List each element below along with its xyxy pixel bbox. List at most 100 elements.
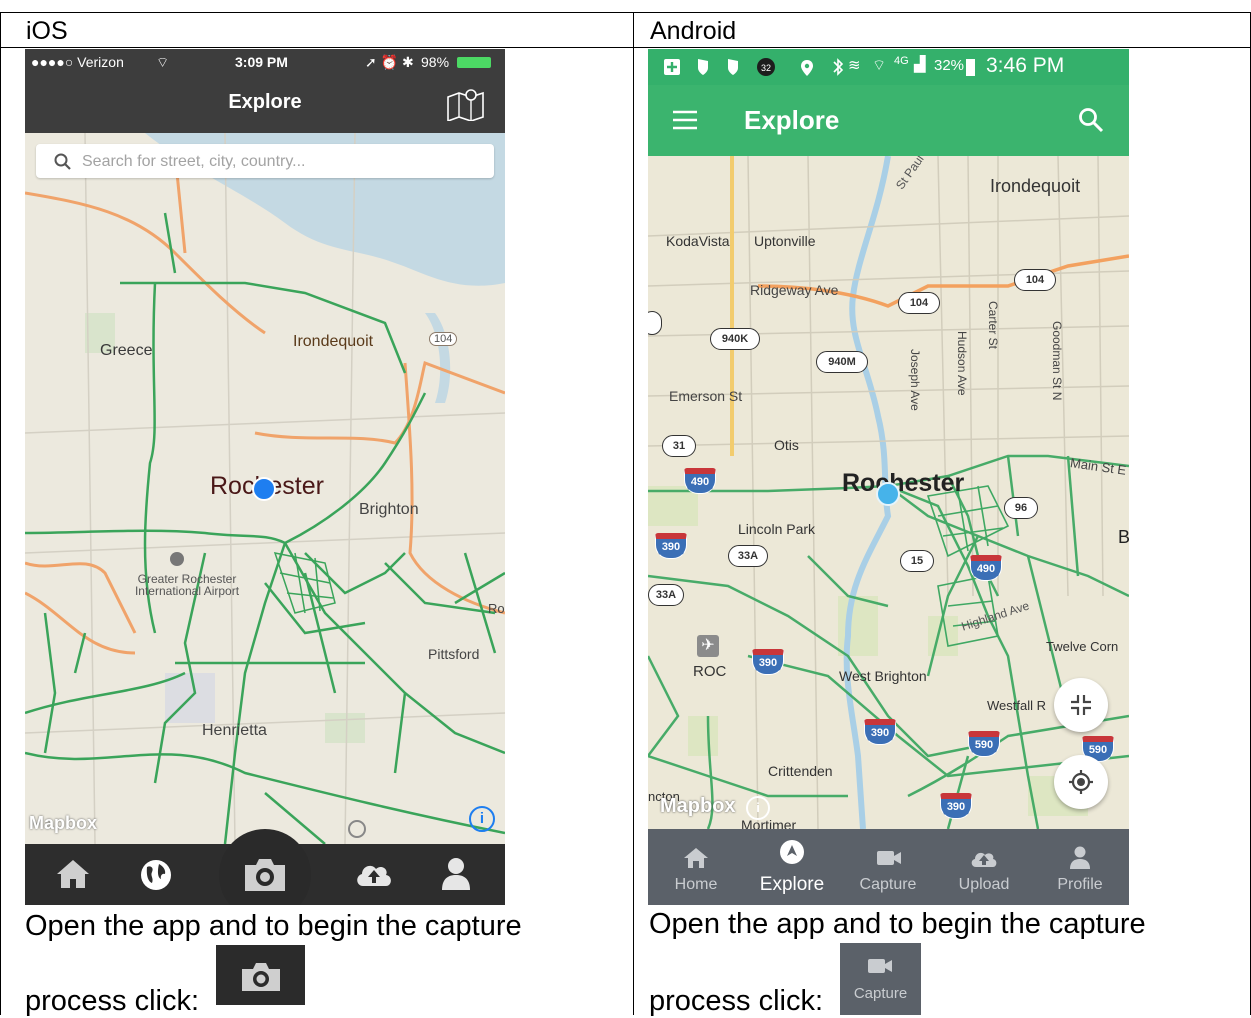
my-location-icon [1069, 770, 1093, 794]
info-icon[interactable]: i [469, 806, 495, 832]
ios-screenshot: Greece Irondequoit 104 Rochester Brighto… [25, 49, 505, 905]
interstate-shield: 590 [968, 731, 1000, 757]
nav-explore-label: Explore [759, 874, 825, 895]
map-label-hudson: Hudson Ave [955, 331, 969, 396]
ios-search-bar[interactable] [36, 144, 494, 180]
mapbox-attribution: Mapbox [660, 795, 736, 817]
route-shield: 15 [900, 550, 934, 572]
upload-icon[interactable] [353, 858, 395, 890]
status-notification-icons: 32 [664, 58, 844, 76]
route-shield: 33A [728, 545, 768, 567]
status-battery: 98% [421, 54, 450, 70]
search-icon [54, 153, 71, 170]
android-caption-line2: process click: [649, 985, 824, 1017]
map-label-rochester: Rochester [842, 469, 965, 497]
route-shield: 940M [816, 351, 868, 373]
nav-explore[interactable]: Explore [744, 829, 840, 905]
profile-icon[interactable] [439, 856, 473, 892]
svg-text:32: 32 [761, 63, 771, 73]
menu-icon[interactable] [672, 110, 698, 130]
home-icon [684, 848, 708, 868]
route-shield: 96 [1004, 497, 1038, 519]
ios-status-bar: ●●●●○ Verizon ⌔ 3:09 PM ➚ ⏰ ✱ 98% [25, 49, 505, 75]
map-label-joseph: Joseph Ave [908, 349, 922, 411]
nav-home-label: Home [674, 876, 718, 893]
ios-caption-line1: Open the app and to begin the capture [25, 910, 522, 942]
route-shield: 940K [710, 328, 760, 350]
map-label-otis: Otis [774, 437, 799, 453]
map-label-brighton: Brighton [359, 501, 419, 518]
map-label-lincoln: Lincoln Park [738, 521, 816, 537]
search-input[interactable] [80, 144, 484, 180]
map-label-kodavista: KodaVista [666, 233, 730, 249]
map-toggle-icon[interactable] [445, 87, 487, 121]
home-icon[interactable] [55, 858, 91, 890]
profile-icon [1070, 846, 1090, 869]
my-location-button[interactable] [1054, 755, 1108, 809]
map-label-emerson: Emerson St [669, 388, 743, 404]
map-shield-104: 104 [429, 332, 458, 346]
status-network: 4G [894, 55, 909, 67]
ios-header-cell: iOS [0, 12, 634, 48]
map-label-roc: Ro [488, 601, 505, 616]
map-label-crittenden: Crittenden [768, 763, 833, 779]
upload-icon [971, 852, 997, 867]
interstate-shield: 390 [655, 533, 687, 559]
map-label-henrietta: Henrietta [202, 722, 267, 739]
map-label-airport: Greater Rochester International Airport [134, 572, 240, 598]
battery-icon [966, 59, 975, 76]
battery-icon [457, 57, 491, 68]
nav-upload-label: Upload [958, 876, 1010, 893]
android-capture-button-sample[interactable]: Capture [840, 943, 921, 1015]
android-header-cell: Android [633, 12, 1251, 48]
nav-upload[interactable]: Upload [936, 829, 1032, 905]
map-label-carter: Carter St [986, 301, 1000, 350]
nav-capture[interactable]: Capture [840, 829, 936, 905]
map-label-uptonville: Uptonville [754, 233, 816, 249]
status-vibrate-icon: ≋ [848, 57, 861, 74]
compass-icon[interactable] [348, 820, 366, 838]
ios-nav-bar: Explore [25, 75, 505, 133]
video-camera-icon [877, 851, 901, 865]
camera-icon [245, 859, 285, 891]
android-bottom-nav: Home Explore Capture Upload Profile [648, 829, 1129, 905]
user-location-dot [876, 482, 900, 506]
capture-sample-label: Capture [853, 985, 908, 1002]
interstate-shield: 390 [752, 649, 784, 675]
fullscreen-exit-icon [1071, 695, 1091, 715]
user-location-dot [252, 477, 276, 501]
map-label-west-brighton: West Brighton [839, 668, 927, 684]
map-label-greece: Greece [100, 342, 153, 359]
interstate-shield: 390 [940, 793, 972, 819]
airport-icon: ✈ [697, 635, 719, 657]
ios-camera-button-sample[interactable] [216, 945, 305, 1005]
interstate-shield: 490 [684, 468, 716, 494]
status-wifi-icon: ⌔ [872, 57, 887, 74]
camera-icon [242, 963, 280, 991]
map-label-roc: ROC [693, 663, 727, 680]
nav-profile[interactable]: Profile [1032, 829, 1128, 905]
map-label-westfall: Westfall R [987, 698, 1046, 713]
search-icon[interactable] [1078, 107, 1104, 133]
globe-icon[interactable] [139, 858, 173, 892]
video-camera-icon [868, 959, 892, 973]
android-screenshot: Irondequoit KodaVista Uptonville Ridgewa… [648, 49, 1129, 905]
status-icons: ➚ ⏰ ✱ [365, 54, 414, 70]
map-label-ridgeway: Ridgeway Ave [750, 282, 839, 298]
map-label-b: B [1118, 527, 1129, 547]
route-shield: 33A [648, 584, 684, 606]
android-app-bar: Explore [648, 85, 1129, 156]
ios-caption-line2: process click: [25, 985, 200, 1017]
nav-profile-label: Profile [1057, 876, 1103, 893]
ios-header: iOS [26, 17, 68, 45]
status-signal-icon: ▟ [914, 56, 926, 73]
nav-home[interactable]: Home [648, 829, 744, 905]
explore-icon [780, 840, 804, 864]
map-label-irondequoit: Irondequoit [293, 333, 374, 350]
collapse-map-button[interactable] [1054, 678, 1108, 732]
info-icon[interactable]: i [746, 796, 770, 820]
interstate-shield: 390 [864, 719, 896, 745]
route-shield: 31 [662, 435, 696, 457]
android-status-bar: 32 ≋ ⌔ 4G ▟ 32% 3:46 PM [648, 49, 1129, 85]
nav-capture-label: Capture [859, 876, 917, 893]
